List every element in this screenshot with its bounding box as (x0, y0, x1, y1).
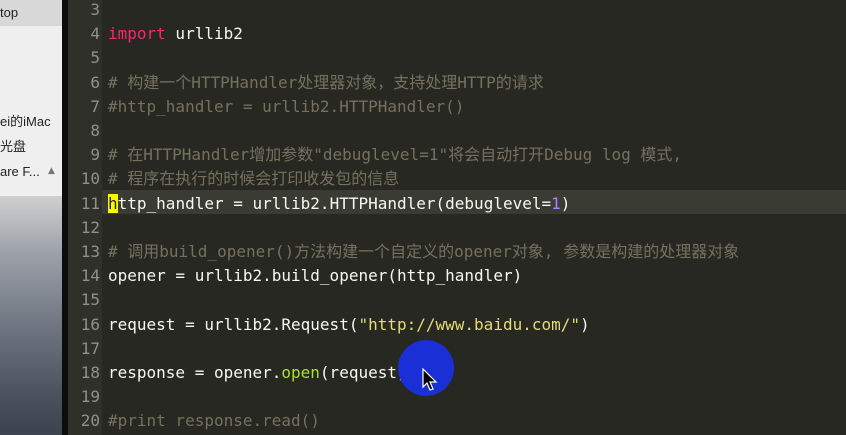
code-token: urllib2 (165, 24, 243, 44)
mouse-pointer-icon (422, 368, 438, 391)
code-token: import (108, 24, 166, 44)
line-number: 16 (80, 314, 100, 334)
line-number: 4 (90, 24, 100, 44)
line-number: 12 (80, 217, 100, 237)
line-number: 9 (90, 145, 100, 165)
code-token: # 程序在执行的时候会打印收发包的信息 (108, 169, 400, 189)
code-token: "http://www.baidu.com/" (358, 314, 581, 334)
sidebar-item-shared[interactable]: are F... (0, 164, 40, 179)
code-token: request = urllib2.Request( (108, 314, 359, 334)
code-line[interactable]: # 程序在执行的时候会打印收发包的信息 (108, 167, 399, 191)
code-token: 1 (551, 193, 561, 213)
line-number: 19 (80, 387, 100, 407)
sidebar-item-disc[interactable]: 光盘 (0, 136, 26, 155)
line-number: 11 (80, 193, 100, 213)
code-line[interactable]: #http_handler = urllib2.HTTPHandler() (108, 95, 464, 119)
code-line[interactable]: # 在HTTPHandler增加参数"debuglevel=1"将会自动打开De… (108, 143, 682, 167)
code-token: #print response.read() (108, 411, 320, 431)
line-number: 7 (90, 96, 100, 116)
line-number: 18 (80, 363, 100, 382)
line-number: 17 (80, 338, 100, 358)
line-number: 6 (90, 72, 100, 92)
finder-sidebar: top ei的iMac 光盘 are F... ▲ (0, 0, 62, 435)
code-line[interactable]: # 构建一个HTTPHandler处理器对象，支持处理HTTP的请求 (108, 71, 544, 95)
desktop-wallpaper (0, 196, 62, 435)
code-line[interactable]: response = opener.open(request) (108, 361, 407, 385)
code-line[interactable]: http_handler = urllib2.HTTPHandler(debug… (108, 192, 570, 216)
code-token: open (281, 363, 320, 382)
code-token: # 构建一个HTTPHandler处理器对象，支持处理HTTP的请求 (108, 72, 544, 92)
line-number: 5 (90, 48, 100, 68)
line-number: 14 (80, 266, 100, 286)
code-line[interactable]: import urllib2 (108, 22, 243, 46)
code-token: ) (560, 193, 571, 213)
code-token: # 在HTTPHandler增加参数"debuglevel=1"将会自动打开De… (108, 145, 683, 165)
eject-icon[interactable]: ▲ (48, 166, 55, 176)
line-number: 10 (80, 169, 100, 189)
code-token: ) (580, 314, 590, 334)
line-number: 8 (90, 121, 100, 140)
code-line[interactable]: opener = urllib2.build_opener(http_handl… (108, 264, 522, 288)
code-line[interactable]: request = urllib2.Request("http://www.ba… (108, 313, 590, 337)
code-token: #http_handler = urllib2.HTTPHandler() (108, 96, 465, 116)
code-token: response = opener. (108, 363, 282, 382)
code-line[interactable]: #print response.read() (108, 409, 320, 433)
code-token: ttp_handler = urllib2.HTTPHandler(debugl… (117, 193, 552, 213)
code-token: (request) (319, 363, 407, 382)
code-token: opener = urllib2.build_opener(http_handl… (108, 266, 523, 286)
sidebar-item-imac[interactable]: ei的iMac (0, 111, 51, 130)
sidebar-item-desktop[interactable]: top (0, 5, 18, 20)
code-line[interactable]: # 调用build_opener()方法构建一个自定义的opener对象, 参数… (108, 240, 739, 264)
line-number: 20 (80, 411, 100, 431)
line-number: 13 (80, 242, 100, 261)
line-number: 3 (90, 0, 100, 19)
code-token: h (108, 193, 118, 213)
line-number: 15 (80, 290, 100, 310)
code-token: # 调用build_opener()方法构建一个自定义的opener对象, 参数… (108, 242, 740, 261)
